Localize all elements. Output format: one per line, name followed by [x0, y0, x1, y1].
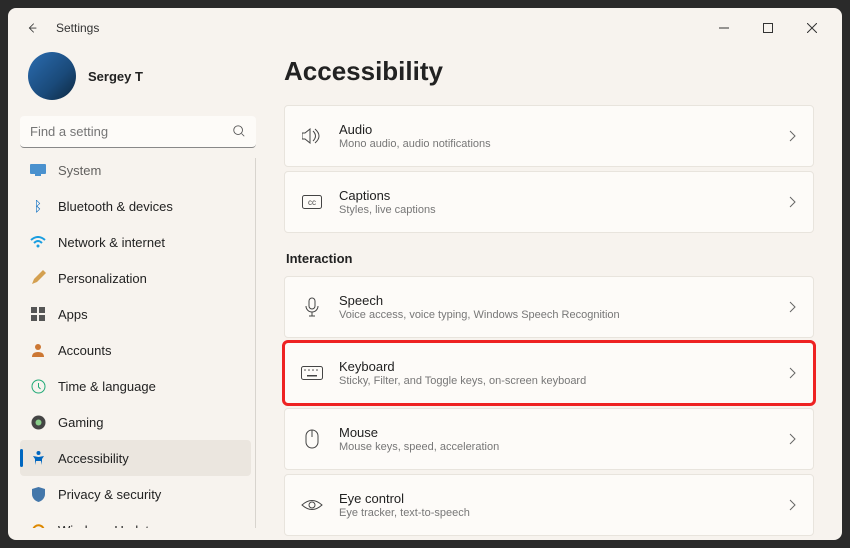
- search-input[interactable]: [20, 116, 256, 148]
- person-icon: [30, 342, 46, 358]
- card-title: Speech: [339, 293, 789, 308]
- card-title: Keyboard: [339, 359, 789, 374]
- microphone-icon: [301, 296, 323, 318]
- main-content: Accessibility Audio Mono audio, audio no…: [268, 48, 842, 540]
- card-audio[interactable]: Audio Mono audio, audio notifications: [284, 105, 814, 167]
- card-text: Captions Styles, live captions: [339, 188, 789, 216]
- sidebar-item-personalization[interactable]: Personalization: [20, 260, 251, 296]
- card-mouse[interactable]: Mouse Mouse keys, speed, acceleration: [284, 408, 814, 470]
- sidebar-item-label: Bluetooth & devices: [58, 199, 173, 214]
- search-wrapper: [20, 116, 256, 148]
- card-title: Audio: [339, 122, 789, 137]
- sidebar-item-label: Accounts: [58, 343, 111, 358]
- sidebar-item-gaming[interactable]: Gaming: [20, 404, 251, 440]
- card-text: Eye control Eye tracker, text-to-speech: [339, 491, 789, 519]
- card-sub: Eye tracker, text-to-speech: [339, 507, 789, 519]
- minimize-icon: [719, 23, 729, 33]
- card-title: Captions: [339, 188, 789, 203]
- card-eye-control[interactable]: Eye control Eye tracker, text-to-speech: [284, 474, 814, 536]
- clock-globe-icon: [30, 378, 46, 394]
- bluetooth-icon: ᛒ: [30, 198, 46, 214]
- sidebar-item-label: Privacy & security: [58, 487, 161, 502]
- chevron-right-icon: [789, 130, 797, 142]
- mouse-icon: [301, 428, 323, 450]
- system-icon: [30, 162, 46, 178]
- avatar: [28, 52, 76, 100]
- search-icon: [232, 124, 246, 138]
- minimize-button[interactable]: [702, 12, 746, 44]
- sidebar-item-label: Gaming: [58, 415, 104, 430]
- sidebar-item-windows-update[interactable]: Windows Update: [20, 512, 251, 528]
- card-text: Keyboard Sticky, Filter, and Toggle keys…: [339, 359, 789, 387]
- chevron-right-icon: [789, 196, 797, 208]
- update-icon: [30, 522, 46, 528]
- audio-icon: [301, 125, 323, 147]
- sidebar-item-time-language[interactable]: Time & language: [20, 368, 251, 404]
- sidebar-item-accounts[interactable]: Accounts: [20, 332, 251, 368]
- captions-icon: cc: [301, 191, 323, 213]
- keyboard-icon: [301, 362, 323, 384]
- close-button[interactable]: [790, 12, 834, 44]
- chevron-right-icon: [789, 367, 797, 379]
- section-interaction: Interaction: [286, 251, 814, 266]
- chevron-right-icon: [789, 433, 797, 445]
- accessibility-icon: [30, 450, 46, 466]
- sidebar-item-system[interactable]: System: [20, 158, 251, 188]
- brush-icon: [30, 270, 46, 286]
- back-button[interactable]: [16, 12, 48, 44]
- nav: System ᛒ Bluetooth & devices Network & i…: [20, 158, 256, 528]
- sidebar: Sergey T System ᛒ Bluetooth & devices Ne…: [8, 48, 268, 540]
- page-title: Accessibility: [284, 56, 814, 87]
- card-captions[interactable]: cc Captions Styles, live captions: [284, 171, 814, 233]
- card-keyboard[interactable]: Keyboard Sticky, Filter, and Toggle keys…: [284, 342, 814, 404]
- card-text: Speech Voice access, voice typing, Windo…: [339, 293, 789, 321]
- body: Sergey T System ᛒ Bluetooth & devices Ne…: [8, 48, 842, 540]
- card-sub: Sticky, Filter, and Toggle keys, on-scre…: [339, 375, 789, 387]
- card-sub: Styles, live captions: [339, 204, 789, 216]
- card-text: Audio Mono audio, audio notifications: [339, 122, 789, 150]
- maximize-button[interactable]: [746, 12, 790, 44]
- sidebar-item-apps[interactable]: Apps: [20, 296, 251, 332]
- sidebar-item-label: System: [58, 163, 101, 178]
- wifi-icon: [30, 234, 46, 250]
- gaming-icon: [30, 414, 46, 430]
- shield-icon: [30, 486, 46, 502]
- sidebar-item-network[interactable]: Network & internet: [20, 224, 251, 260]
- sidebar-item-privacy[interactable]: Privacy & security: [20, 476, 251, 512]
- window-controls: [702, 12, 834, 44]
- card-text: Mouse Mouse keys, speed, acceleration: [339, 425, 789, 453]
- sidebar-item-accessibility[interactable]: Accessibility: [20, 440, 251, 476]
- sidebar-item-label: Time & language: [58, 379, 156, 394]
- svg-text:cc: cc: [308, 198, 316, 207]
- eye-icon: [301, 494, 323, 516]
- arrow-left-icon: [25, 21, 39, 35]
- close-icon: [807, 23, 817, 33]
- card-sub: Mono audio, audio notifications: [339, 138, 789, 150]
- chevron-right-icon: [789, 499, 797, 511]
- card-speech[interactable]: Speech Voice access, voice typing, Windo…: [284, 276, 814, 338]
- profile-name: Sergey T: [88, 69, 143, 84]
- card-title: Eye control: [339, 491, 789, 506]
- maximize-icon: [763, 23, 773, 33]
- settings-window: Settings Sergey T System ᛒ: [8, 8, 842, 540]
- sidebar-item-label: Network & internet: [58, 235, 165, 250]
- profile[interactable]: Sergey T: [20, 48, 256, 116]
- sidebar-item-label: Apps: [58, 307, 88, 322]
- sidebar-item-bluetooth[interactable]: ᛒ Bluetooth & devices: [20, 188, 251, 224]
- chevron-right-icon: [789, 301, 797, 313]
- card-title: Mouse: [339, 425, 789, 440]
- card-sub: Mouse keys, speed, acceleration: [339, 441, 789, 453]
- sidebar-item-label: Accessibility: [58, 451, 129, 466]
- sidebar-item-label: Personalization: [58, 271, 147, 286]
- sidebar-item-label: Windows Update: [58, 523, 156, 529]
- window-title: Settings: [56, 21, 99, 35]
- apps-icon: [30, 306, 46, 322]
- titlebar: Settings: [8, 8, 842, 48]
- card-sub: Voice access, voice typing, Windows Spee…: [339, 309, 789, 321]
